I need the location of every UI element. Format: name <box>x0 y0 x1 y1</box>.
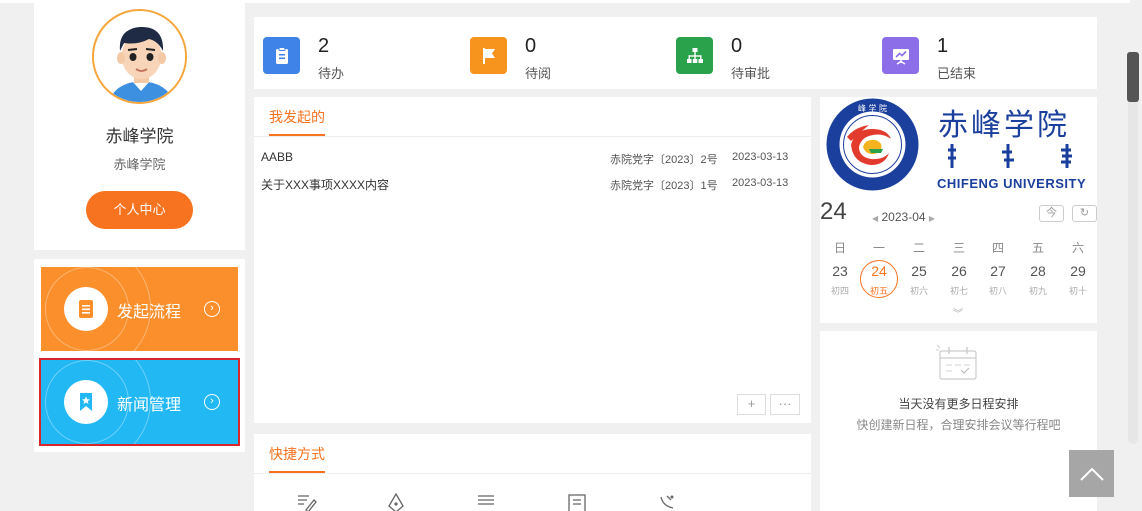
section-header: 我发起的 <box>254 97 811 137</box>
document-icon <box>64 287 108 331</box>
logo-english-name: CHIFENG UNIVERSITY <box>937 176 1087 191</box>
item-doc-number: 赤院党字〔2023〕1号 <box>610 180 718 192</box>
chevron-left-icon[interactable]: ◀ <box>872 214 878 223</box>
lunar-date: 初八 <box>988 286 1007 296</box>
stat-finished[interactable]: 1 已结束 <box>882 35 1032 81</box>
calendar-date[interactable]: 25 <box>904 263 934 279</box>
stat-todo[interactable]: 2 待办 <box>263 35 413 81</box>
personal-center-button[interactable]: 个人中心 <box>86 191 193 229</box>
shortcuts-tab[interactable]: 快捷方式 <box>269 444 325 473</box>
lunar-date: 初七 <box>949 286 968 296</box>
pen-nib-icon[interactable] <box>384 492 408 511</box>
my-initiated-panel: 我发起的 AABB 赤院党字〔2023〕2号 2023-03-13 关于XXX事… <box>254 97 811 423</box>
edit-icon[interactable] <box>295 492 319 511</box>
calendar-empty-icon <box>936 344 977 380</box>
satellite-dish-icon[interactable] <box>657 492 681 511</box>
add-button[interactable]: + <box>737 394 766 415</box>
shortcuts-panel: 快捷方式 <box>254 434 811 511</box>
today-button[interactable]: 今 <box>1039 205 1064 222</box>
chevron-right-icon: › <box>204 394 220 410</box>
stack-document-icon[interactable] <box>474 492 498 511</box>
avatar[interactable] <box>92 9 187 104</box>
expand-down-icon[interactable]: ︾ <box>953 305 963 320</box>
section-header: 快捷方式 <box>254 434 811 474</box>
back-to-top-button[interactable] <box>1069 450 1114 497</box>
university-seal: 峰 学 院 <box>826 98 919 191</box>
item-doc-number: 赤院党字〔2023〕2号 <box>610 154 718 166</box>
svg-text:峰 学 院: 峰 学 院 <box>858 103 887 113</box>
calendar-date[interactable]: 29 <box>1063 263 1093 279</box>
weekday-label: 一 <box>872 241 885 255</box>
chevron-right-icon[interactable]: ▶ <box>929 214 935 223</box>
list-item[interactable]: 关于XXX事项XXXX内容 赤院党字〔2023〕1号 2023-03-13 <box>261 176 791 196</box>
item-date: 2023-03-13 <box>732 177 789 189</box>
start-process-card[interactable]: 发起流程 › <box>41 267 238 351</box>
lunar-date: 初四 <box>830 286 849 296</box>
stat-pending-approval[interactable]: 0 待审批 <box>676 35 826 81</box>
profile-card: 赤峰学院 赤峰学院 个人中心 <box>34 3 245 250</box>
weekday-label: 日 <box>833 241 846 255</box>
presentation-icon <box>882 37 919 74</box>
flag-icon <box>470 37 507 74</box>
calendar-date[interactable]: 26 <box>944 263 974 279</box>
calendar-date[interactable]: 28 <box>1023 263 1053 279</box>
org-chart-icon <box>676 37 713 74</box>
stats-bar: 2 待办 0 待阅 0 待审批 1 已结束 <box>254 17 1097 89</box>
chevron-up-icon <box>1079 467 1104 481</box>
my-initiated-tab[interactable]: 我发起的 <box>269 107 325 136</box>
start-process-label: 发起流程 <box>117 304 182 321</box>
weekday-label: 五 <box>1031 241 1044 255</box>
weekday-label: 二 <box>912 241 925 255</box>
stat-label: 已结束 <box>937 66 977 81</box>
lunar-date: 初六 <box>909 286 928 296</box>
logo-chinese-name: 赤峰学院 <box>938 108 1070 143</box>
chevron-right-icon: › <box>204 301 220 317</box>
list-item[interactable]: AABB 赤院党字〔2023〕2号 2023-03-13 <box>261 150 791 170</box>
profile-org: 赤峰学院 <box>113 157 166 172</box>
page-scrollbar-thumb[interactable] <box>1127 52 1139 102</box>
stat-count: 1 <box>937 35 949 57</box>
refresh-icon[interactable]: ↻ <box>1072 205 1097 222</box>
logo-calendar-panel: 峰 学 院 赤峰学院 CHIFENG UNIVERSITY 24 ◀ 2023-… <box>820 97 1097 323</box>
news-management-card[interactable]: 新闻管理 › <box>39 358 240 446</box>
weekday-label: 六 <box>1071 241 1084 255</box>
weekday-label: 四 <box>991 241 1004 255</box>
calendar-month: 2023-04 <box>881 210 926 224</box>
file-list-icon[interactable] <box>565 492 589 511</box>
item-title[interactable]: 关于XXX事项XXXX内容 <box>261 176 389 193</box>
lunar-date: 初九 <box>1028 286 1047 296</box>
weekday-label: 三 <box>952 241 965 255</box>
schedule-panel: 当天没有更多日程安排 快创建新日程，合理安排会议等行程吧 <box>820 331 1097 511</box>
bookmark-star-icon <box>64 380 108 424</box>
profile-name: 赤峰学院 <box>105 127 174 146</box>
clipboard-icon <box>263 37 300 74</box>
stat-count: 0 <box>525 35 537 57</box>
schedule-empty-title: 当天没有更多日程安排 <box>898 397 1019 411</box>
stat-to-read[interactable]: 0 待阅 <box>470 35 620 81</box>
item-title[interactable]: AABB <box>261 150 293 164</box>
schedule-empty-hint: 快创建新日程，合理安排会议等行程吧 <box>856 418 1061 432</box>
more-button[interactable]: ··· <box>770 394 800 415</box>
item-date: 2023-03-13 <box>732 151 789 163</box>
calendar-month-switcher[interactable]: ◀ 2023-04 ▶ <box>872 210 935 224</box>
stat-label: 待审批 <box>731 66 771 81</box>
calendar-date[interactable]: 23 <box>825 263 855 279</box>
mongolian-script <box>948 144 1072 168</box>
calendar-day: 24 <box>820 198 847 225</box>
news-management-label: 新闻管理 <box>117 397 182 414</box>
stat-label: 待办 <box>318 66 345 81</box>
stat-label: 待阅 <box>525 66 552 81</box>
lunar-date: 初五 <box>869 286 888 296</box>
page-scrollbar[interactable] <box>1128 52 1138 444</box>
calendar-date[interactable]: 27 <box>983 263 1013 279</box>
stat-count: 0 <box>731 35 743 57</box>
stat-count: 2 <box>318 35 330 57</box>
calendar-date-today[interactable]: 24 <box>864 263 894 279</box>
lunar-date: 初十 <box>1068 286 1087 296</box>
quick-card-panel: 发起流程 › 新闻管理 › <box>34 259 245 452</box>
